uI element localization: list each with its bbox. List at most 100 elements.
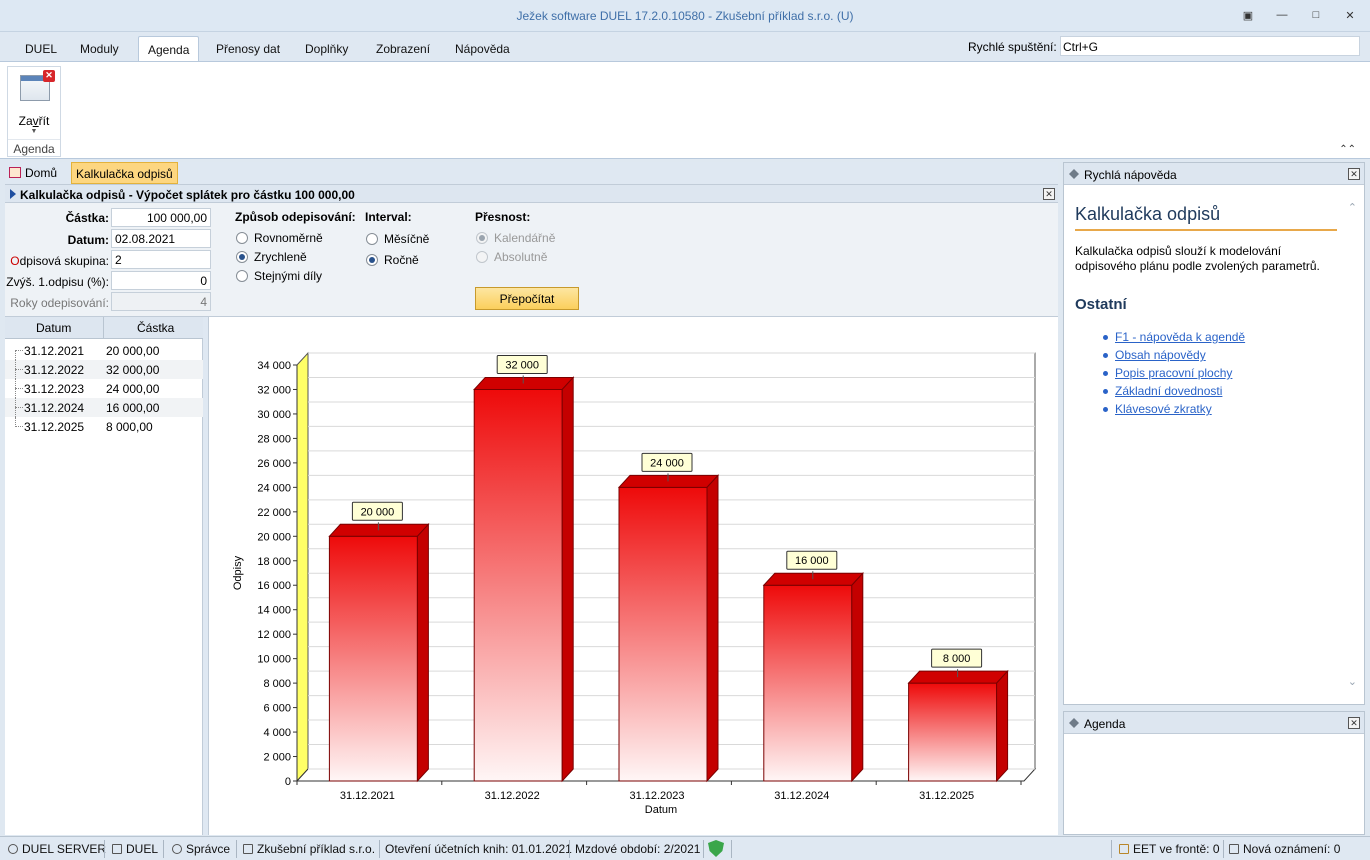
pin-icon[interactable]	[1069, 718, 1079, 728]
depreciation-group-field[interactable]: 2	[111, 250, 211, 269]
minimize-button[interactable]: —	[1276, 9, 1288, 22]
help-text: Kalkulačka odpisů slouží k modelování od…	[1075, 244, 1320, 273]
window-title: Ježek software DUEL 17.2.0.10580 - Zkuše…	[516, 9, 854, 23]
radio-method-equal-parts[interactable]: Stejnými díly	[236, 269, 322, 283]
table-row[interactable]: 31.12.2023 24 000,00	[5, 379, 203, 398]
help-link-workspace[interactable]: Popis pracovní plochy	[1102, 366, 1232, 380]
menu-zobrazeni[interactable]: Zobrazení	[376, 42, 430, 56]
status-bar: DUEL SERVER DUEL Správce Zkušební příkla…	[0, 836, 1370, 860]
increase-label: Zvýš. 1.odpisu (%):	[6, 275, 109, 289]
tab-home[interactable]: Domů	[5, 162, 61, 184]
amount-field[interactable]: 100 000,00	[111, 208, 211, 227]
menu-napoveda[interactable]: Nápověda	[455, 42, 510, 56]
help-link-basic-skills[interactable]: Základní dovednosti	[1102, 384, 1222, 398]
bar-front	[473, 388, 563, 782]
bar-front	[328, 535, 418, 782]
quick-launch-label: Rychlé spuštění:	[968, 40, 1057, 54]
date-label: Datum:	[67, 233, 109, 247]
quick-help-header: Rychlá nápověda ✕	[1064, 163, 1364, 185]
status-books: Otevření účetních knih: 01.01.2021	[385, 842, 572, 856]
menu-agenda[interactable]: Agenda	[138, 36, 200, 62]
bar-side	[996, 669, 1009, 783]
y-tick-label: 28 000	[257, 433, 291, 445]
amount-label: Částka:	[65, 211, 109, 225]
method-heading: Způsob odepisování:	[235, 210, 356, 224]
y-tick-label: 6 000	[263, 703, 291, 715]
status-eet[interactable]: EET ve frontě: 0	[1119, 842, 1220, 856]
radio-method-accelerated[interactable]: Zrychleně	[236, 250, 307, 264]
restore-icon[interactable]: ▣	[1242, 9, 1254, 22]
bar: 20 000	[328, 501, 430, 783]
status-period: Mzdové období: 2/2021	[575, 842, 701, 856]
x-tick-label: 31.12.2025	[919, 790, 974, 802]
help-link-contents[interactable]: Obsah nápovědy	[1103, 348, 1206, 362]
scroll-down-icon[interactable]: ⌄	[1348, 675, 1357, 688]
data-label: 20 000	[361, 506, 395, 518]
menu-moduly[interactable]: Moduly	[80, 42, 119, 56]
y-tick-label: 20 000	[257, 531, 291, 543]
help-link-f1[interactable]: F1 - nápověda k agendě	[1102, 330, 1245, 344]
close-agenda-panel-icon[interactable]: ✕	[1348, 717, 1360, 729]
y-tick-label: 2 000	[263, 752, 291, 764]
years-label: Roky odepisování:	[10, 296, 109, 310]
computer-icon	[112, 844, 122, 854]
eet-icon	[1119, 844, 1129, 854]
pin-icon[interactable]	[1069, 169, 1079, 179]
scroll-up-icon[interactable]: ⌃	[1348, 201, 1357, 214]
help-subheading: Ostatní	[1075, 296, 1127, 313]
bar-side	[706, 474, 719, 783]
menu-doplnky[interactable]: Doplňky	[305, 42, 348, 56]
radio-method-linear[interactable]: Rovnoměrně	[236, 231, 323, 245]
message-icon	[1229, 844, 1239, 854]
menu-bar: DUEL Moduly Agenda Přenosy dat Doplňky Z…	[0, 32, 1370, 62]
triangle-icon	[10, 189, 16, 199]
depreciation-chart: 0 2 000 4 000 6 000 8 000 10 000 12 000 14 000 1…	[232, 351, 1037, 816]
table-row[interactable]: 31.12.2021 20 000,00	[5, 341, 203, 360]
dropdown-arrow-icon: ▼	[30, 128, 38, 135]
increase-field[interactable]: 0	[111, 271, 211, 290]
y-tick-label: 4 000	[263, 727, 291, 739]
radio-interval-monthly[interactable]: Měsíčně	[366, 232, 429, 246]
grid-header: Datum Částka	[5, 317, 203, 339]
close-panel-icon[interactable]: ✕	[1043, 188, 1055, 200]
x-tick-label: 31.12.2022	[485, 790, 540, 802]
close-help-icon[interactable]: ✕	[1348, 168, 1360, 180]
y-tick-label: 0	[285, 776, 291, 788]
collapse-ribbon-icon[interactable]: ⌃⌃	[1339, 144, 1356, 155]
status-notices[interactable]: Nová oznámení: 0	[1229, 842, 1340, 856]
help-link-shortcuts[interactable]: Klávesové zkratky	[1103, 402, 1212, 416]
menu-duel[interactable]: DUEL	[25, 42, 57, 56]
calculator-form: Částka: 100 000,00 Datum: 02.08.2021 Odp…	[5, 203, 1058, 317]
x-tick-label: 31.12.2023	[629, 790, 684, 802]
table-row[interactable]: 31.12.2024 16 000,00	[5, 398, 203, 417]
chart-pane: 0 2 000 4 000 6 000 8 000 10 000 12 000 14 000 1…	[208, 317, 1058, 835]
left-wall	[296, 351, 309, 783]
y-tick-label: 12 000	[257, 629, 291, 641]
column-header-date[interactable]: Datum	[36, 321, 71, 335]
close-agenda-button[interactable]: ✕ Zavřít ▼	[10, 68, 58, 140]
home-icon	[9, 167, 21, 178]
ribbon: ✕ Zavřít ▼ Agenda ⌃⌃	[0, 61, 1370, 159]
menu-prenosy-dat[interactable]: Přenosy dat	[216, 42, 280, 56]
y-tick-label: 24 000	[257, 482, 291, 494]
table-row[interactable]: 31.12.2022 32 000,00	[5, 360, 203, 379]
quick-launch-input[interactable]: Ctrl+G	[1060, 36, 1360, 56]
agenda-title: Agenda	[1084, 717, 1126, 731]
close-window-button[interactable]: ✕	[1344, 9, 1356, 22]
maximize-button[interactable]: □	[1310, 9, 1322, 22]
radio-interval-yearly[interactable]: Ročně	[366, 253, 419, 267]
y-tick-label: 8 000	[263, 678, 291, 690]
bar-front	[763, 584, 853, 782]
column-header-amount[interactable]: Částka	[137, 321, 174, 335]
tab-depreciation-calculator[interactable]: Kalkulačka odpisů	[71, 162, 178, 184]
status-app: DUEL	[112, 842, 158, 856]
status-user: Správce	[172, 842, 230, 856]
help-heading: Kalkulačka odpisů	[1075, 204, 1337, 231]
ribbon-group-agenda: ✕ Zavřít ▼ Agenda	[7, 66, 61, 157]
agenda-panel: Agenda ✕	[1063, 711, 1365, 835]
date-field[interactable]: 02.08.2021	[111, 229, 211, 248]
data-label: 24 000	[650, 457, 684, 469]
recalculate-button[interactable]: Přepočítat	[475, 287, 579, 310]
quick-help-title: Rychlá nápověda	[1084, 168, 1177, 182]
table-row[interactable]: 31.12.2025 8 000,00	[5, 417, 203, 436]
